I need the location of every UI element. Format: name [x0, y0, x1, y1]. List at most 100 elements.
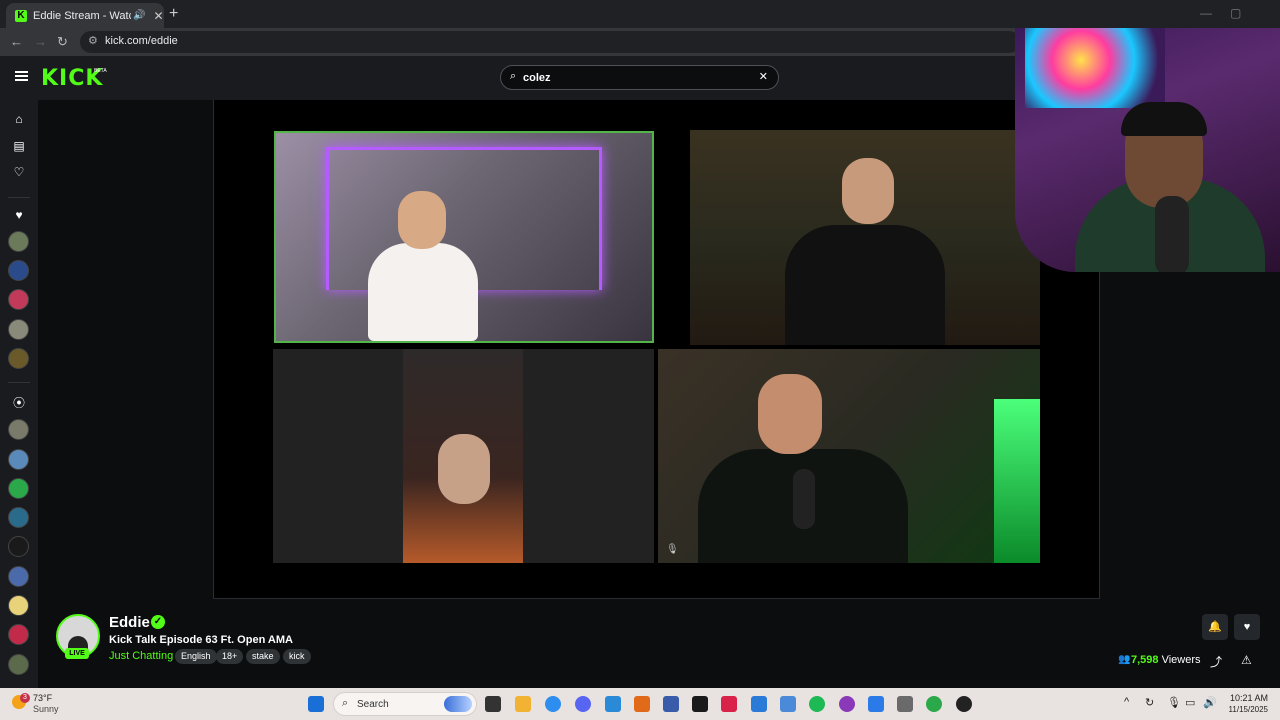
weather-widget[interactable]: 3 — [12, 693, 32, 713]
task-view-icon[interactable] — [485, 696, 501, 712]
menu-icon[interactable] — [15, 71, 28, 81]
guest-head — [842, 158, 894, 224]
browse-icon[interactable]: ▤ — [12, 139, 26, 153]
vscode-icon[interactable] — [868, 696, 884, 712]
tray-app-icon[interactable]: ↻ — [1145, 696, 1154, 709]
spotify-icon[interactable] — [809, 696, 825, 712]
search-input[interactable]: ⌕ colez ✕ — [500, 65, 779, 90]
home-icon[interactable]: ⌂ — [12, 112, 26, 126]
tag[interactable]: 18+ — [216, 649, 244, 664]
following-icon[interactable]: ♡ — [12, 165, 26, 179]
site-info-icon[interactable]: ⚙ — [88, 34, 98, 47]
clock-time[interactable]: 10:21 AM — [1228, 693, 1268, 703]
weather-condition: Sunny — [33, 704, 59, 714]
guest-head — [438, 434, 490, 504]
streamer-microphone — [1155, 196, 1189, 272]
followed-channel-avatar[interactable] — [8, 231, 29, 252]
recommended-channel-avatar[interactable] — [8, 419, 29, 440]
channel-name[interactable]: Eddie — [109, 614, 150, 631]
app-icon[interactable] — [780, 696, 796, 712]
reload-icon[interactable]: ↻ — [57, 34, 68, 50]
streamer-webcam-overlay — [1015, 28, 1280, 272]
tag[interactable]: kick — [283, 649, 311, 664]
discord-icon[interactable] — [575, 696, 591, 712]
url-field[interactable]: ⚙ kick.com/eddie — [80, 31, 1020, 53]
followed-heart-icon: ♥ — [15, 208, 23, 222]
network-icon[interactable]: ▭ — [1185, 696, 1195, 709]
podcast-icon[interactable] — [839, 696, 855, 712]
tray-overflow-icon[interactable]: ^ — [1124, 696, 1129, 708]
follow-heart-button[interactable]: ♥ — [1234, 614, 1260, 640]
recommended-channel-avatar[interactable] — [8, 595, 29, 616]
tag[interactable]: stake — [246, 649, 280, 664]
viewer-count-line: 7,598 Viewers — [1131, 654, 1201, 666]
guest-head — [758, 374, 822, 454]
app-icon[interactable] — [926, 696, 942, 712]
guest-body — [785, 225, 945, 345]
browser-tab[interactable]: K Eddie Stream - Watch Live o 🔊 ✕ — [6, 3, 164, 28]
maximize-icon[interactable]: ▢ — [1230, 6, 1241, 20]
live-broadcast-icon: ⦿ — [12, 396, 25, 410]
tab-title: Eddie Stream - Watch Live o — [33, 9, 131, 22]
volume-icon[interactable]: 🔊 — [1203, 696, 1217, 709]
recommended-channel-avatar[interactable] — [8, 566, 29, 587]
recommended-channel-avatar[interactable] — [8, 654, 29, 675]
close-tab-icon[interactable]: ✕ — [153, 9, 163, 23]
followed-channel-avatar[interactable] — [8, 319, 29, 340]
recommended-channel-avatar[interactable] — [8, 478, 29, 499]
recommended-channel-avatar[interactable] — [8, 536, 29, 557]
category-link[interactable]: Just Chatting — [109, 650, 173, 662]
microphone-icon[interactable]: 🎙 — [1167, 696, 1181, 709]
notepad-icon[interactable] — [751, 696, 767, 712]
video-panel-bottom-right: 🎙 — [658, 349, 1040, 563]
app-icon[interactable] — [663, 696, 679, 712]
snipping-tool-icon[interactable] — [605, 696, 621, 712]
speaker-icon[interactable]: 🔊 — [133, 10, 145, 21]
search-icon: ⌕ — [510, 70, 517, 82]
video-panel-top-right — [690, 130, 1040, 345]
report-icon[interactable]: ⚠ — [1241, 653, 1252, 667]
terminal-icon[interactable] — [692, 696, 708, 712]
beta-badge: BETA — [94, 68, 107, 74]
verified-icon: ✓ — [151, 615, 165, 629]
muted-mic-icon: 🎙 — [666, 544, 679, 555]
temperature: 73°F — [33, 693, 53, 703]
viewers-icon: 👥 — [1118, 654, 1131, 665]
paint-splatter-art — [1025, 28, 1165, 108]
taskbar: 3 73°F Sunny ⌕ Search ^ ↻ 🎙 ▭ 🔊 10:21 AM… — [0, 688, 1280, 720]
app-icon[interactable] — [634, 696, 650, 712]
share-icon[interactable]: ⤴ — [1210, 653, 1222, 670]
clear-search-icon[interactable]: ✕ — [759, 70, 768, 83]
taskbar-search[interactable]: ⌕ Search — [333, 692, 477, 716]
forward-icon[interactable]: → — [34, 34, 47, 49]
video-panel-top-left — [274, 131, 654, 343]
search-highlight-icon — [444, 696, 472, 712]
media-player-icon[interactable] — [956, 696, 972, 712]
clock-date[interactable]: 11/15/2025 — [1218, 705, 1268, 714]
tag[interactable]: English — [175, 649, 217, 664]
followed-channel-avatar[interactable] — [8, 289, 29, 310]
chrome-icon[interactable] — [545, 696, 561, 712]
viewers-label: Viewers — [1161, 654, 1201, 666]
app-icon[interactable] — [721, 696, 737, 712]
windows-start-icon[interactable] — [308, 696, 324, 712]
calculator-icon[interactable] — [897, 696, 913, 712]
microphone — [793, 469, 815, 529]
browser-tab-bar: K Eddie Stream - Watch Live o 🔊 ✕ + — ▢ — [0, 0, 1280, 28]
kick-favicon-icon: K — [15, 9, 27, 22]
recommended-channel-avatar[interactable] — [8, 449, 29, 470]
minimize-icon[interactable]: — — [1200, 6, 1212, 20]
sidebar-divider — [8, 382, 30, 383]
back-icon[interactable]: ← — [10, 34, 23, 49]
followed-channel-avatar[interactable] — [8, 348, 29, 369]
recommended-channel-avatar[interactable] — [8, 507, 29, 528]
notification-bell-button[interactable]: 🔔 — [1202, 614, 1228, 640]
search-icon: ⌕ — [342, 697, 349, 709]
file-explorer-icon[interactable] — [515, 696, 531, 712]
stream-info: LIVE Eddie ✓ Kick Talk Episode 63 Ft. Op… — [38, 600, 1280, 688]
recommended-channel-avatar[interactable] — [8, 624, 29, 645]
video-panel-bottom-left — [273, 349, 654, 563]
stream-title: Kick Talk Episode 63 Ft. Open AMA — [109, 634, 293, 646]
new-tab-button[interactable]: + — [169, 5, 178, 23]
followed-channel-avatar[interactable] — [8, 260, 29, 281]
